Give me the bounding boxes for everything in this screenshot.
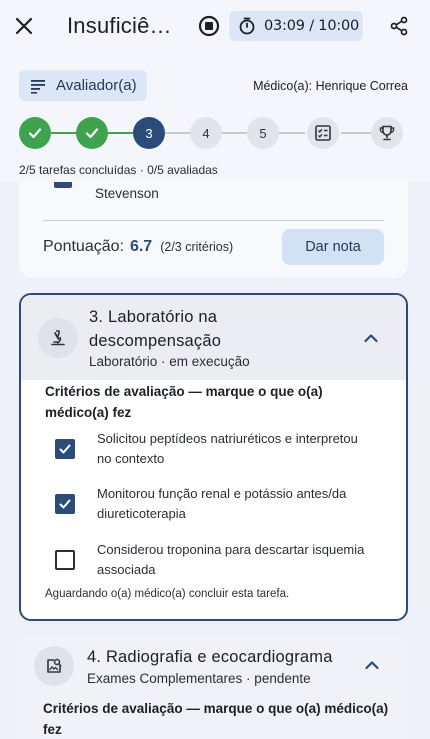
task-subtitle: Exames Complementares · pendente [87,671,311,686]
step-3[interactable]: 3 [133,117,165,149]
microscope-icon [51,330,65,346]
criteria-heading: Critérios de avaliação — marque o que o(… [43,701,389,737]
task-card-3: 3. Laboratório na descompensação Laborat… [19,293,408,621]
evaluator-role-chip[interactable]: Avaliador(a) [19,70,147,101]
chevron-up-icon [365,661,379,670]
criterion-text: Considerou troponina para descartar isqu… [97,542,365,577]
timer-text: 03:09 / 10:00 [264,18,360,34]
close-icon [15,17,33,35]
criterion-checkbox[interactable] [55,439,75,459]
task-card-header[interactable]: 3. Laboratório na descompensação Laborat… [21,295,406,380]
case-title: Insuficiê… [67,13,172,38]
stopwatch-icon [239,17,255,35]
criterion-text: Solicitou peptídeos natriuréticos e inte… [97,431,358,466]
task-stepper: 3 4 5 [19,117,409,151]
progress-summary: 2/5 tarefas concluídas · 0/5 avaliadas [19,163,218,177]
task-card-2: Stevenson Pontuação: 6.7 (2/3 critérios)… [19,182,408,278]
stepper-connector [108,132,134,134]
timer-chip: 03:09 / 10:00 [229,11,363,41]
step-4[interactable]: 4 [190,117,222,149]
stepper-connector [222,132,248,134]
collapse-button[interactable] [360,327,382,349]
stepper-connector [51,132,77,134]
chevron-up-icon [364,334,378,343]
trophy-icon [379,125,395,141]
list-icon [31,79,45,94]
image-search-icon [47,658,62,673]
step-results[interactable] [371,117,403,149]
criterion-checkbox[interactable] [54,182,72,188]
criteria-heading: Critérios de avaliação — marque o que o(… [45,384,323,420]
stepper-connector [279,132,305,134]
task-subtitle: Laboratório · em execução [89,354,250,369]
score-value: 6.7 [129,238,153,255]
check-icon [28,128,42,139]
share-icon [390,16,408,36]
task-card-4[interactable]: 4. Radiografia e ecocardiograma Exames C… [19,636,408,739]
close-button[interactable] [10,12,38,40]
score-row: Pontuação: 6.7 (2/3 critérios) [43,238,233,256]
stop-button[interactable] [196,13,222,39]
checklist-icon [315,125,331,141]
task-title: 3. Laboratório na descompensação [89,308,222,350]
divider [43,220,384,221]
task-icon [34,646,74,686]
criterion-checkbox[interactable] [55,494,75,514]
evaluator-role-label: Avaliador(a) [56,77,137,94]
check-icon [59,444,71,454]
share-button[interactable] [386,13,412,39]
step-1[interactable] [19,117,51,149]
stepper-connector [341,132,371,134]
step-checklist[interactable] [307,117,339,149]
criterion-checkbox[interactable] [55,550,75,570]
step-5[interactable]: 5 [247,117,279,149]
doctor-name: Médico(a): Henrique Correa [253,79,408,93]
score-label: Pontuação: [43,238,124,255]
score-criteria-count: (2/3 critérios) [160,240,234,254]
top-app-bar: Insuficiê… 03:09 / 10:00 [0,0,430,52]
collapse-button[interactable] [361,654,383,676]
task-title: 4. Radiografia e ecocardiograma [87,648,333,666]
stepper-connector [165,132,191,134]
give-grade-button[interactable]: Dar nota [282,229,384,265]
criterion-text: Monitorou função renal e potássio antes/… [97,486,347,521]
waiting-message: Aguardando o(a) médico(a) concluir esta … [45,588,290,600]
criterion-text: Stevenson [95,186,159,201]
check-icon [85,128,99,139]
step-2[interactable] [76,117,108,149]
stop-circle-icon [198,15,220,37]
check-icon [59,499,71,509]
task-icon [38,318,78,358]
